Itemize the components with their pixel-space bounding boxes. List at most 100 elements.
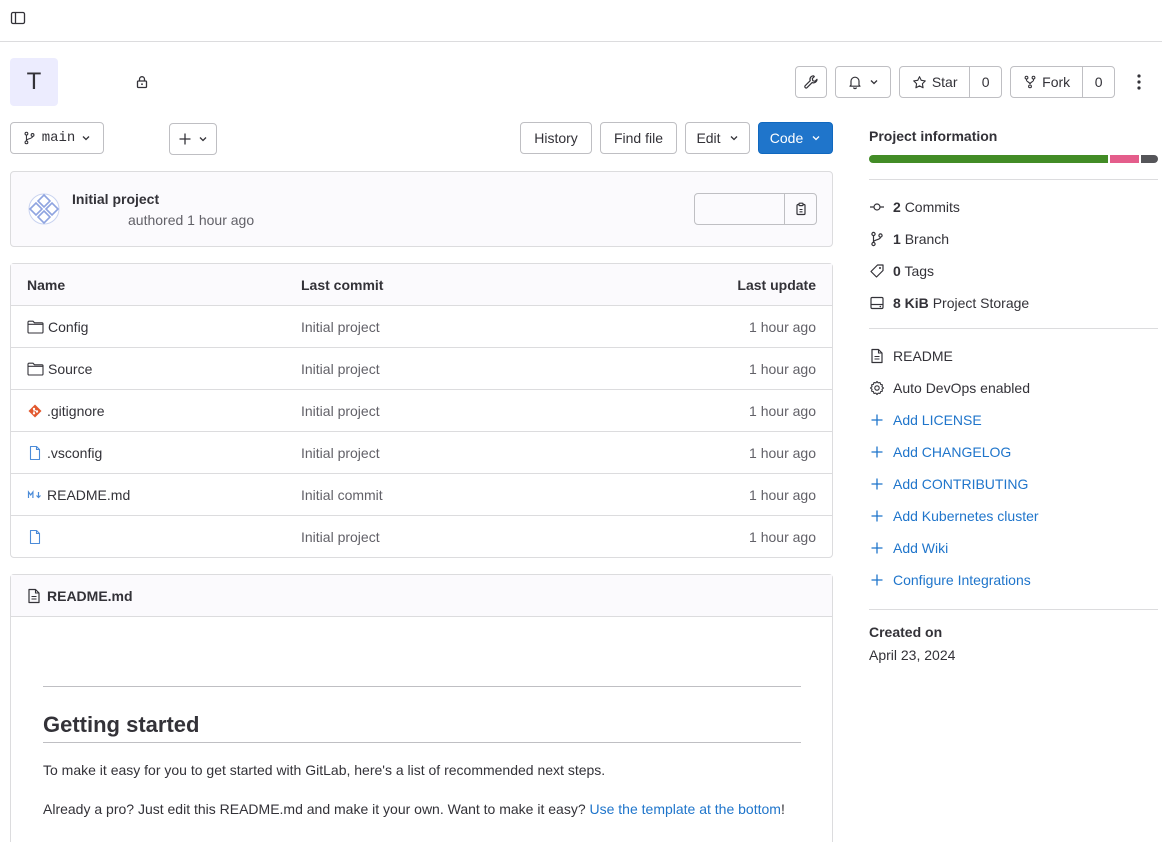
language-segment[interactable] — [1110, 155, 1139, 163]
project-info-title: Project information — [869, 128, 998, 144]
table-row[interactable]: .vsconfig Initial project 1 hour ago — [11, 432, 832, 474]
bell-icon — [847, 74, 863, 90]
readme-label: README — [893, 348, 953, 364]
file-updated: 1 hour ago — [749, 529, 816, 545]
notifications-button[interactable] — [835, 66, 891, 98]
readme-heading: Getting started — [43, 712, 200, 737]
table-row[interactable]: Source Initial project 1 hour ago — [11, 348, 832, 390]
star-count[interactable]: 0 — [969, 67, 1001, 97]
add-changelog-link[interactable]: Add CHANGELOG — [869, 444, 1011, 460]
file-icon — [27, 529, 43, 545]
readme-text: ! — [780, 801, 785, 817]
divider — [869, 328, 1158, 329]
stat-count: 2 — [893, 199, 901, 215]
star-button-group: Star 0 — [899, 66, 1002, 98]
template-link[interactable]: Use the template at the bottom — [590, 801, 781, 817]
stat-branches[interactable]: 1 Branch — [869, 231, 949, 247]
history-button[interactable]: History — [520, 122, 592, 154]
file-commit[interactable]: Initial project — [301, 445, 380, 461]
folder-icon — [27, 362, 44, 376]
fork-button[interactable]: Fork — [1011, 67, 1082, 97]
chevron-down-icon — [869, 77, 879, 87]
plus-icon — [869, 413, 885, 427]
stat-commits[interactable]: 2 Commits — [869, 199, 960, 215]
link-label: Add Wiki — [893, 540, 949, 556]
language-segment[interactable] — [1140, 155, 1158, 163]
commit-title[interactable]: Initial project — [72, 191, 159, 207]
file-name[interactable]: README.md — [47, 487, 130, 503]
configure-integrations-link[interactable]: Configure Integrations — [869, 572, 1031, 588]
stat-count: 8 KiB — [893, 295, 929, 311]
auto-devops-link[interactable]: Auto DevOps enabled — [869, 380, 1030, 396]
gear-icon — [869, 380, 885, 396]
add-wiki-link[interactable]: Add Wiki — [869, 540, 948, 556]
settings-wrench-button[interactable] — [795, 66, 827, 98]
stat-label: Tags — [904, 263, 935, 279]
copy-sha-button[interactable] — [785, 194, 816, 224]
file-name[interactable]: Config — [48, 319, 88, 335]
file-commit[interactable]: Initial project — [301, 361, 380, 377]
readme-header: README.md — [11, 575, 832, 617]
table-row[interactable]: Initial project 1 hour ago — [11, 516, 832, 558]
add-license-link[interactable]: Add LICENSE — [869, 412, 982, 428]
commit-icon — [869, 199, 885, 215]
table-row[interactable]: Config Initial project 1 hour ago — [11, 306, 832, 348]
plus-icon — [869, 477, 885, 491]
lock-icon — [135, 75, 149, 89]
author-avatar-icon[interactable] — [27, 192, 61, 226]
branch-icon — [869, 231, 885, 247]
chevron-down-icon — [811, 133, 821, 143]
find-file-button[interactable]: Find file — [600, 122, 677, 154]
readme-paragraph: Already a pro? Just edit this README.md … — [43, 799, 803, 820]
plus-icon — [869, 445, 885, 459]
star-button[interactable]: Star — [900, 67, 969, 97]
readme-text: Already a pro? Just edit this README.md … — [43, 801, 590, 817]
readme-filename[interactable]: README.md — [47, 588, 133, 604]
file-commit[interactable]: Initial project — [301, 529, 380, 545]
star-label: Star — [931, 74, 958, 90]
header-last-commit: Last commit — [301, 277, 384, 293]
file-updated: 1 hour ago — [749, 445, 816, 461]
file-name[interactable]: .gitignore — [47, 403, 105, 419]
stat-label: Commits — [904, 199, 960, 215]
more-actions-icon[interactable] — [1131, 73, 1147, 91]
sidebar-toggle-icon[interactable] — [10, 10, 28, 28]
readme-link[interactable]: README — [869, 348, 953, 364]
file-name[interactable]: Source — [48, 361, 92, 377]
link-label: Add LICENSE — [893, 412, 982, 428]
header-last-update: Last update — [737, 277, 816, 293]
language-bar[interactable] — [869, 155, 1158, 163]
edit-dropdown-button[interactable]: Edit — [685, 122, 750, 154]
add-dropdown-button[interactable] — [169, 123, 217, 155]
file-text-icon — [27, 588, 41, 604]
branch-selector[interactable]: main — [10, 122, 104, 154]
language-segment[interactable] — [869, 155, 1109, 163]
divider — [869, 179, 1158, 180]
file-commit[interactable]: Initial project — [301, 403, 380, 419]
add-kubernetes-link[interactable]: Add Kubernetes cluster — [869, 508, 1039, 524]
fork-button-group: Fork 0 — [1010, 66, 1115, 98]
add-contributing-link[interactable]: Add CONTRIBUTING — [869, 476, 1028, 492]
code-label: Code — [769, 130, 804, 146]
project-avatar[interactable]: T — [10, 58, 58, 106]
commit-sha[interactable] — [695, 194, 785, 224]
created-on-date: April 23, 2024 — [869, 647, 956, 663]
stat-tags[interactable]: 0 Tags — [869, 263, 934, 279]
header-name: Name — [27, 277, 66, 293]
created-on-label: Created on — [869, 624, 943, 640]
wrench-icon — [803, 74, 819, 90]
file-commit[interactable]: Initial project — [301, 319, 380, 335]
file-name[interactable]: .vsconfig — [47, 445, 102, 461]
divider — [869, 609, 1158, 610]
stat-storage[interactable]: 8 KiB Project Storage — [869, 295, 1029, 311]
code-dropdown-button[interactable]: Code — [758, 122, 833, 154]
plus-icon — [178, 132, 192, 146]
git-icon — [27, 403, 43, 419]
file-commit[interactable]: Initial commit — [301, 487, 383, 503]
chevron-down-icon — [729, 133, 739, 143]
table-row[interactable]: .gitignore Initial project 1 hour ago — [11, 390, 832, 432]
stat-label: Project Storage — [932, 295, 1030, 311]
table-row[interactable]: README.md Initial commit 1 hour ago — [11, 474, 832, 516]
file-updated: 1 hour ago — [749, 403, 816, 419]
fork-count[interactable]: 0 — [1082, 67, 1114, 97]
